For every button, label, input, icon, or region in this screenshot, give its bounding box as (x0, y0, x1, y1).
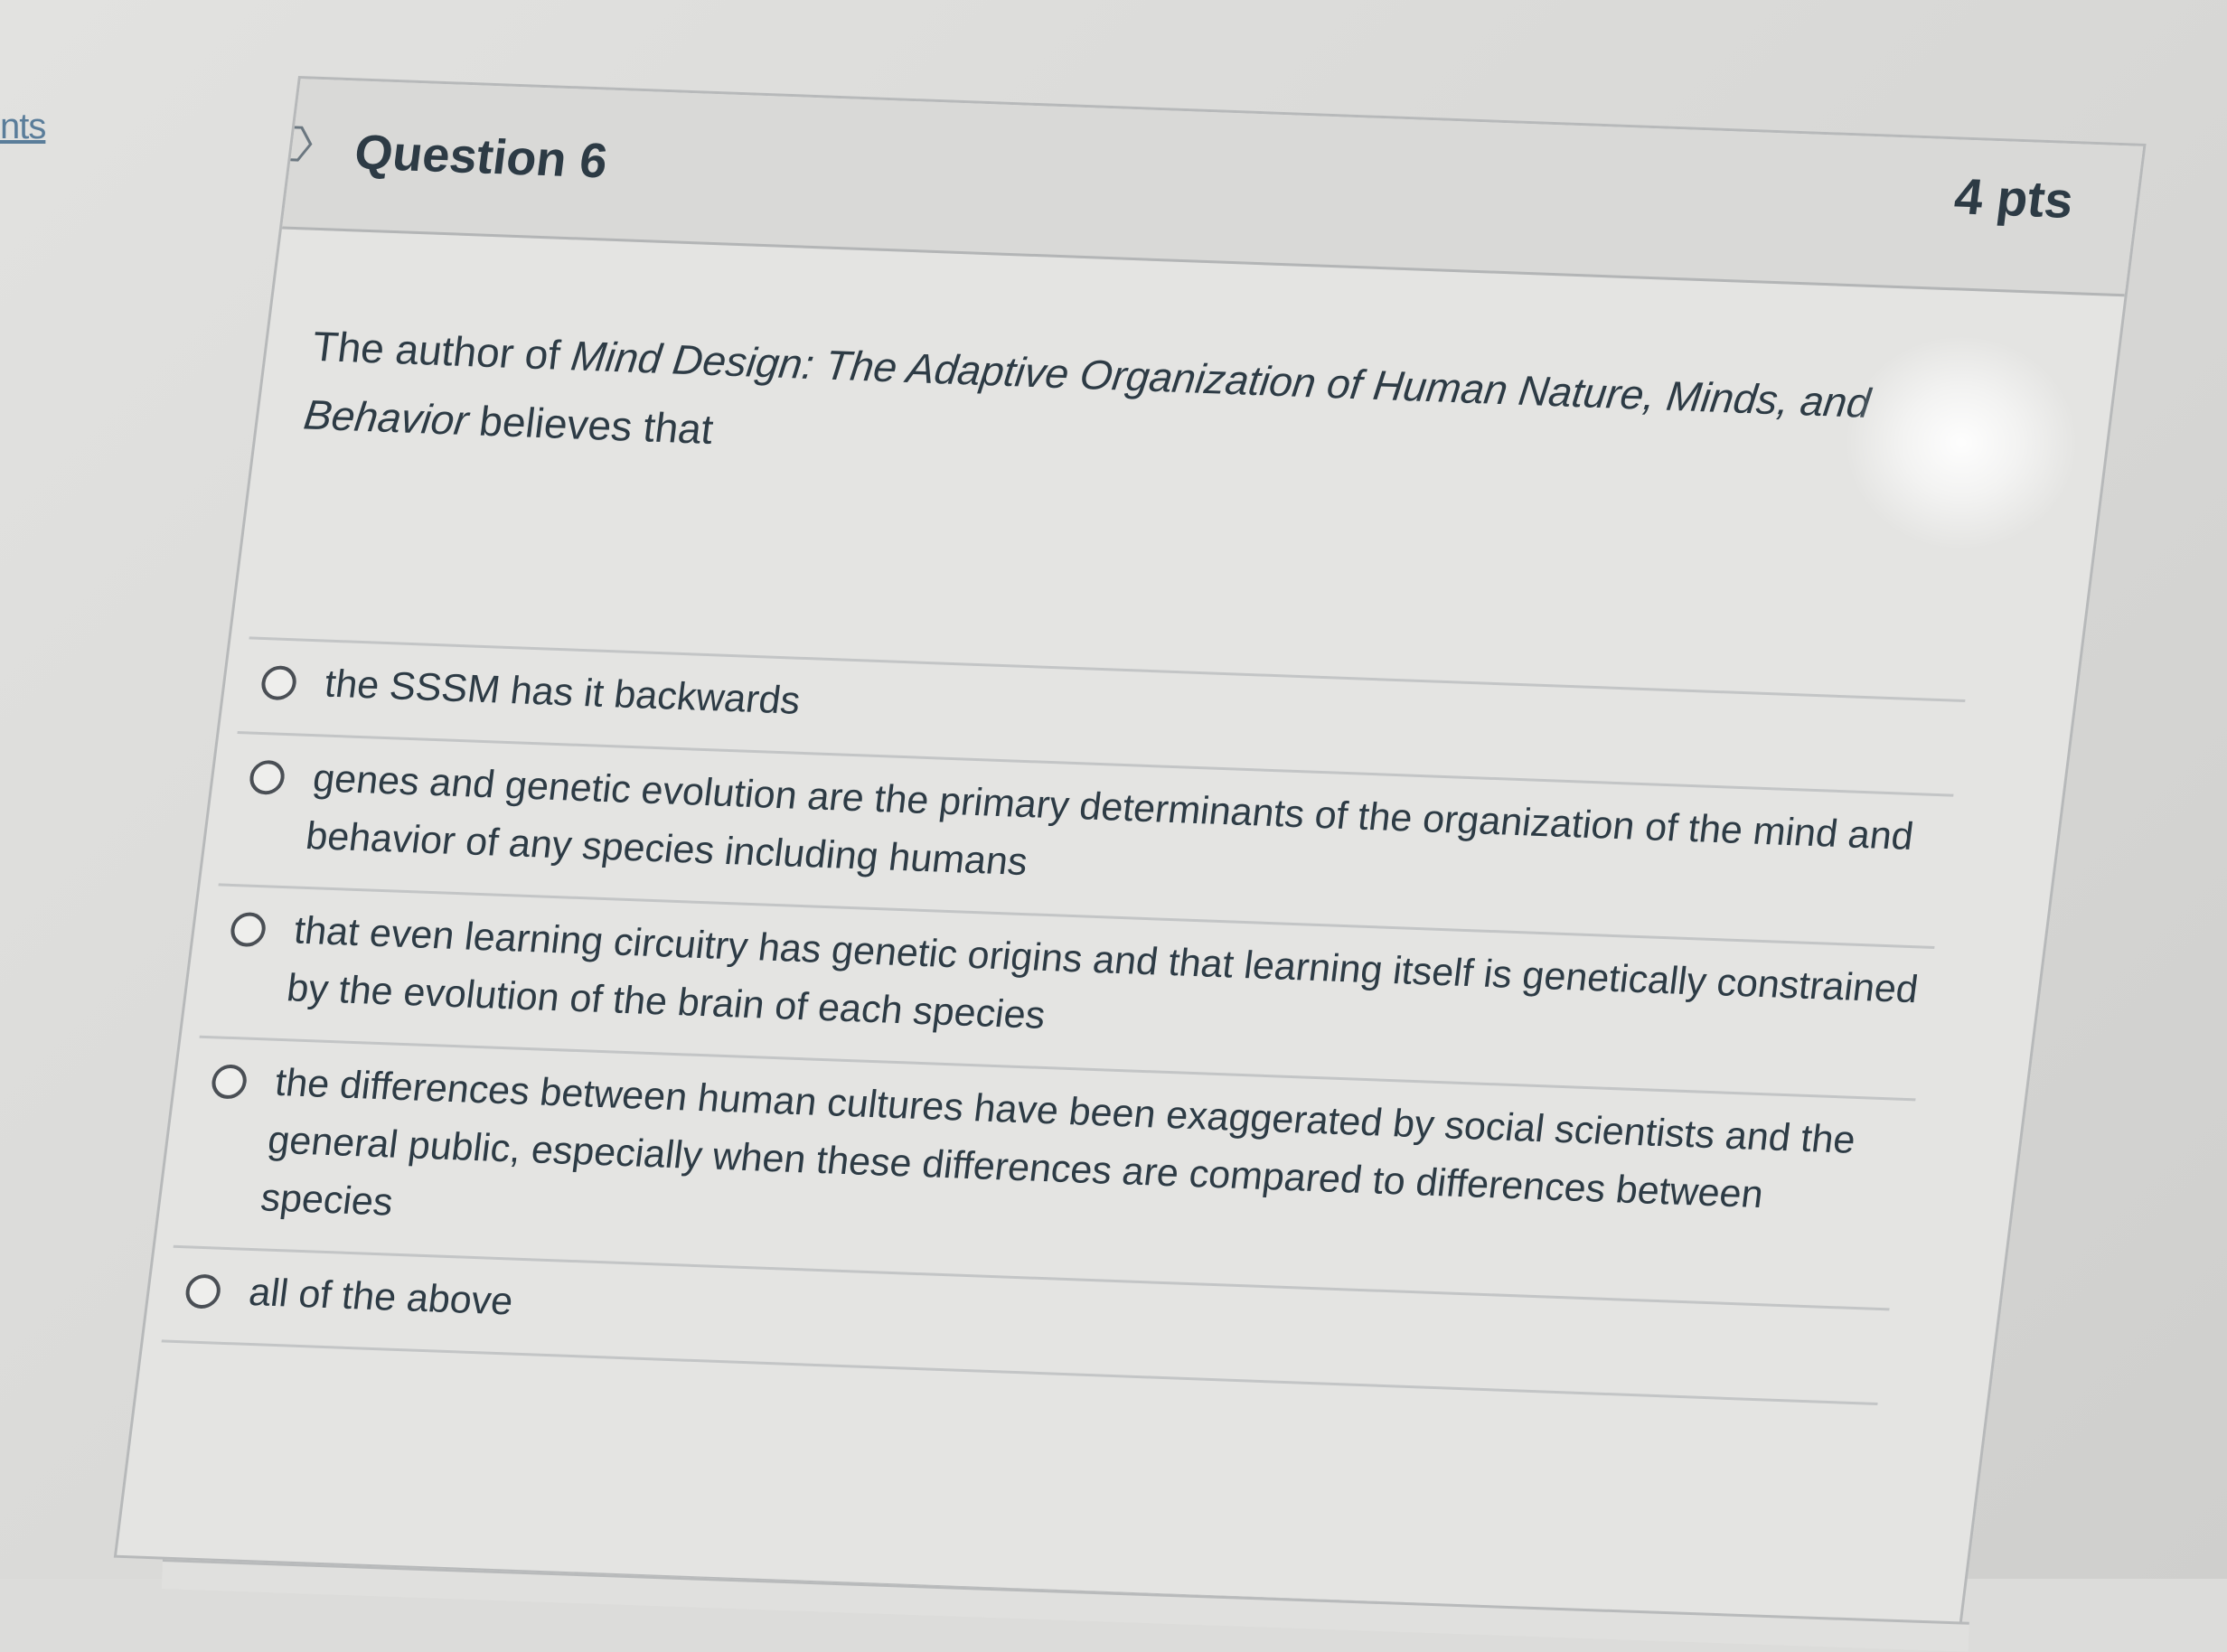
stem-text-after: believes that (465, 397, 717, 453)
question-points: 4 pts (1951, 167, 2077, 229)
flag-icon[interactable] (272, 123, 316, 164)
answer-label: all of the above (246, 1271, 516, 1324)
answer-label: the SSSM has it backwards (322, 662, 803, 723)
question-body: The author of Mind Design: The Adaptive … (144, 229, 2125, 1409)
question-card: Question 6 4 pts The author of Mind Desi… (113, 76, 2147, 1626)
radio-button[interactable] (229, 911, 268, 948)
radio-button[interactable] (259, 665, 298, 701)
question-stem: The author of Mind Design: The Adaptive … (300, 312, 1997, 511)
radio-button[interactable] (248, 759, 287, 795)
question-title: Question 6 (352, 125, 611, 189)
answer-list: the SSSM has it backwards genes and gene… (161, 636, 1966, 1406)
sidebar-link-fragment[interactable]: nts (0, 107, 46, 147)
radio-button[interactable] (210, 1064, 249, 1100)
stem-text-before: The author of (309, 322, 575, 380)
radio-button[interactable] (183, 1273, 223, 1309)
photo-background: nts Question 6 4 pts The author of Mind … (0, 0, 2227, 1652)
